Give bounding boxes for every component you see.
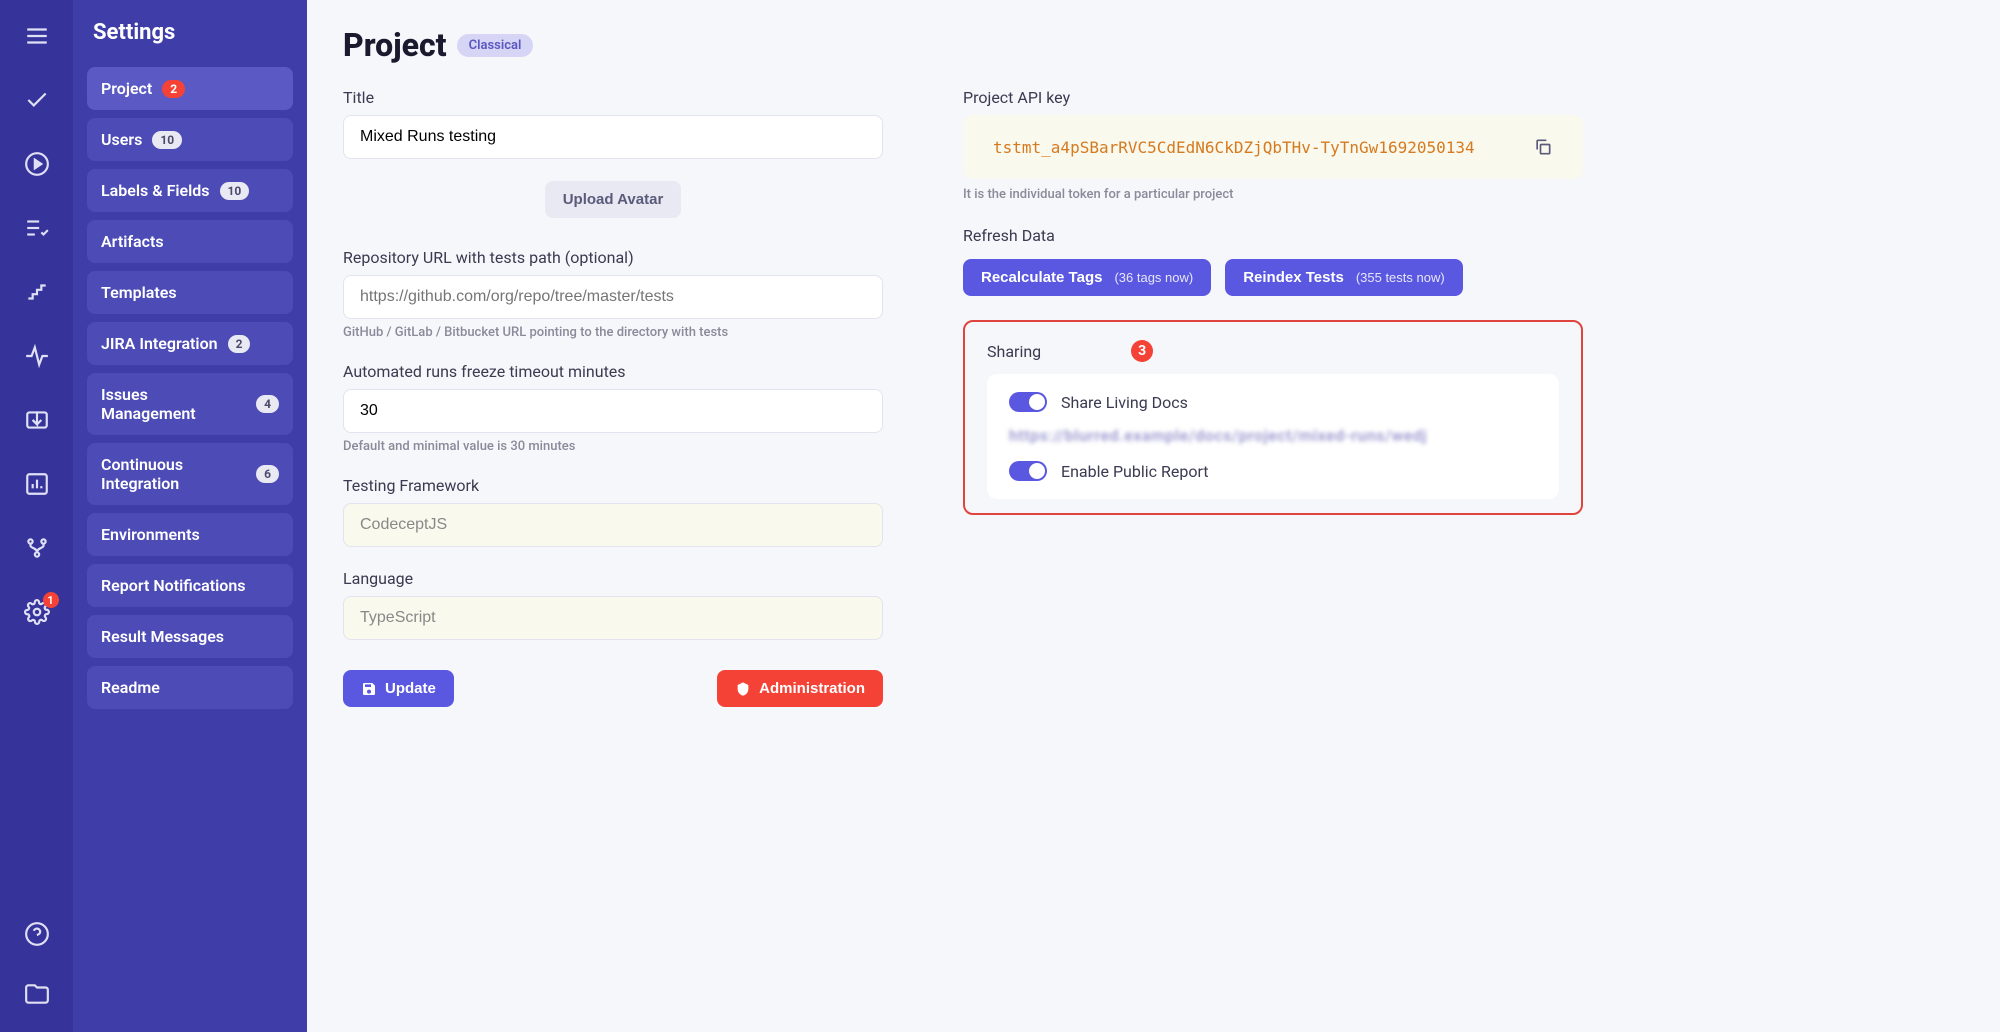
title-label: Title xyxy=(343,88,883,107)
repo-help: GitHub / GitLab / Bitbucket URL pointing… xyxy=(343,325,883,340)
living-docs-url: https://blurred.example/docs/project/mix… xyxy=(1009,426,1537,445)
framework-label: Testing Framework xyxy=(343,476,883,495)
sidebar-item-label: Readme xyxy=(101,678,160,697)
freeze-input[interactable] xyxy=(343,389,883,433)
shield-icon xyxy=(735,681,751,697)
language-label: Language xyxy=(343,569,883,588)
sidebar-item-badge: 10 xyxy=(220,182,250,200)
sidebar-item-label: Project xyxy=(101,79,152,98)
sidebar-item-badge: 4 xyxy=(256,395,279,413)
sidebar-item-badge: 10 xyxy=(152,131,182,149)
sidebar-item-label: Continuous Integration xyxy=(101,455,246,493)
sidebar-item-label: JIRA Integration xyxy=(101,334,218,353)
share-living-docs-label: Share Living Docs xyxy=(1061,393,1188,412)
check-icon[interactable] xyxy=(19,82,55,118)
folder-icon[interactable] xyxy=(19,976,55,1012)
api-key-box: tstmt_a4pSBarRVC5CdEdN6CkDZjQbTHv-TyTnGw… xyxy=(963,115,1583,179)
branch-icon[interactable] xyxy=(19,530,55,566)
sidebar-item-jira-integration[interactable]: JIRA Integration 2 xyxy=(87,322,293,365)
sidebar-item-issues-management[interactable]: Issues Management 4 xyxy=(87,373,293,435)
sidebar-item-labels-fields[interactable]: Labels & Fields 10 xyxy=(87,169,293,212)
sidebar-item-label: Labels & Fields xyxy=(101,181,210,200)
page-title: Project xyxy=(343,26,447,64)
update-button[interactable]: Update xyxy=(343,670,454,707)
sidebar-item-label: Report Notifications xyxy=(101,576,245,595)
upload-avatar-button[interactable]: Upload Avatar xyxy=(545,181,682,218)
sidebar-item-readme[interactable]: Readme xyxy=(87,666,293,709)
steps-icon[interactable] xyxy=(19,274,55,310)
help-icon[interactable] xyxy=(19,916,55,952)
administration-button[interactable]: Administration xyxy=(717,670,883,707)
enable-public-report-toggle[interactable] xyxy=(1009,461,1047,481)
settings-badge: 1 xyxy=(43,592,59,608)
sharing-badge: 3 xyxy=(1131,340,1153,362)
freeze-help: Default and minimal value is 30 minutes xyxy=(343,439,883,454)
api-key-help: It is the individual token for a particu… xyxy=(963,187,1583,202)
sidebar-item-artifacts[interactable]: Artifacts xyxy=(87,220,293,263)
project-type-tag: Classical xyxy=(457,34,534,57)
menu-icon[interactable] xyxy=(19,18,55,54)
sidebar-item-users[interactable]: Users 10 xyxy=(87,118,293,161)
settings-icon[interactable]: 1 xyxy=(19,594,55,630)
sidebar-item-templates[interactable]: Templates xyxy=(87,271,293,314)
copy-icon[interactable] xyxy=(1533,137,1553,157)
sidebar-item-badge: 6 xyxy=(256,465,279,483)
refresh-data-label: Refresh Data xyxy=(963,226,1583,245)
sharing-label: Sharing xyxy=(987,342,1041,361)
save-icon xyxy=(361,681,377,697)
sidebar-item-label: Templates xyxy=(101,283,177,302)
api-key-value: tstmt_a4pSBarRVC5CdEdN6CkDZjQbTHv-TyTnGw… xyxy=(993,138,1475,157)
freeze-label: Automated runs freeze timeout minutes xyxy=(343,362,883,381)
sidebar-item-label: Issues Management xyxy=(101,385,246,423)
main-content: Project Classical Title Upload Avatar Re… xyxy=(307,0,2000,1032)
pulse-icon[interactable] xyxy=(19,338,55,374)
framework-input[interactable] xyxy=(343,503,883,547)
enable-public-report-label: Enable Public Report xyxy=(1061,462,1208,481)
language-input[interactable] xyxy=(343,596,883,640)
sidebar-item-result-messages[interactable]: Result Messages xyxy=(87,615,293,658)
sidebar-title: Settings xyxy=(93,20,293,45)
sidebar-item-environments[interactable]: Environments xyxy=(87,513,293,556)
reindex-tests-button[interactable]: Reindex Tests (355 tests now) xyxy=(1225,259,1462,296)
repo-label: Repository URL with tests path (optional… xyxy=(343,248,883,267)
play-icon[interactable] xyxy=(19,146,55,182)
chart-icon[interactable] xyxy=(19,466,55,502)
sidebar-item-label: Users xyxy=(101,130,142,149)
title-input[interactable] xyxy=(343,115,883,159)
sidebar-item-label: Result Messages xyxy=(101,627,224,646)
recalculate-tags-button[interactable]: Recalculate Tags (36 tags now) xyxy=(963,259,1211,296)
sidebar-item-continuous-integration[interactable]: Continuous Integration 6 xyxy=(87,443,293,505)
sidebar-item-report-notifications[interactable]: Report Notifications xyxy=(87,564,293,607)
sidebar-item-badge: 2 xyxy=(228,335,251,353)
sidebar-item-badge: 2 xyxy=(162,80,185,98)
list-check-icon[interactable] xyxy=(19,210,55,246)
sidebar-item-label: Environments xyxy=(101,525,200,544)
sharing-section: Sharing 3 Share Living Docs https://blur… xyxy=(963,320,1583,515)
settings-sidebar: Settings Project 2 Users 10 Labels & Fields 1… xyxy=(73,0,307,1032)
sidebar-item-project[interactable]: Project 2 xyxy=(87,67,293,110)
import-icon[interactable] xyxy=(19,402,55,438)
icon-rail: 1 xyxy=(0,0,73,1032)
sidebar-item-label: Artifacts xyxy=(101,232,164,251)
share-living-docs-toggle[interactable] xyxy=(1009,392,1047,412)
api-key-label: Project API key xyxy=(963,88,1583,107)
repo-input[interactable] xyxy=(343,275,883,319)
